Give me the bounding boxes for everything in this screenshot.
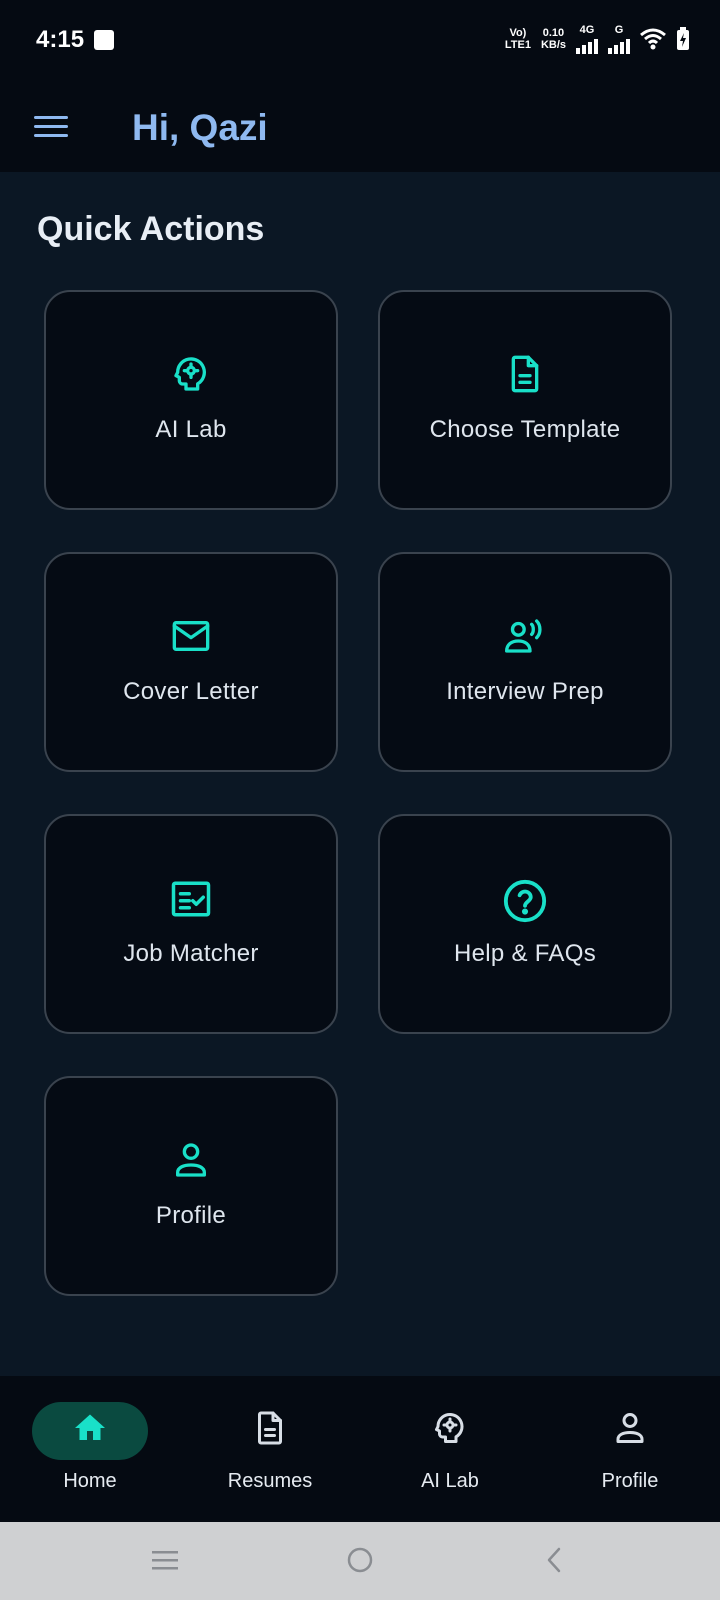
- nav-label: AI Lab: [421, 1470, 479, 1492]
- nav-item-resumes[interactable]: Resumes: [180, 1376, 360, 1522]
- nav-item-ai-lab[interactable]: AI Lab: [360, 1376, 540, 1522]
- document-icon: [258, 1411, 282, 1445]
- action-card-cover-letter[interactable]: Cover Letter: [44, 552, 338, 772]
- signal-g: G: [608, 24, 630, 54]
- app-bar: Hi, Qazi: [0, 84, 720, 172]
- person-icon: [616, 1413, 644, 1443]
- action-card-interview-prep[interactable]: Interview Prep: [378, 552, 672, 772]
- action-label: Profile: [155, 1202, 227, 1229]
- action-card-profile[interactable]: Profile: [44, 1076, 338, 1296]
- person-speaking-icon: [504, 619, 542, 653]
- document-icon: [511, 355, 539, 393]
- greeting-title: Hi, Qazi: [132, 107, 268, 148]
- action-card-choose-template[interactable]: Choose Template: [378, 290, 672, 510]
- recent-apps-icon[interactable]: [150, 1548, 180, 1572]
- nav-item-home[interactable]: Home: [0, 1376, 180, 1522]
- signal-bars-icon: [576, 36, 598, 54]
- bottom-nav: Home Resumes AI Lab Profile: [0, 1376, 720, 1522]
- back-icon[interactable]: [544, 1546, 564, 1574]
- menu-icon[interactable]: [34, 114, 68, 140]
- signal-4g: 4G: [576, 24, 598, 54]
- brain-gear-icon: [435, 1412, 464, 1443]
- nav-label: Profile: [601, 1470, 659, 1492]
- wifi-icon: [640, 28, 666, 50]
- checklist-icon: [171, 881, 211, 917]
- usb-icon: [94, 30, 114, 50]
- network-speed: 0.10 KB/s: [540, 27, 566, 51]
- action-label: Interview Prep: [446, 678, 604, 705]
- action-label: Choose Template: [429, 416, 621, 443]
- status-time: 4:15: [36, 26, 85, 53]
- nav-item-profile[interactable]: Profile: [540, 1376, 720, 1522]
- help-circle-icon: [503, 879, 547, 923]
- volte-indicator: Vo) LTE1: [504, 27, 531, 51]
- battery-icon: [677, 27, 689, 50]
- status-indicators: Vo) LTE1 0.10 KB/s 4G G: [505, 24, 690, 54]
- action-card-ai-lab[interactable]: AI Lab: [44, 290, 338, 510]
- nav-label: Home: [63, 1470, 117, 1492]
- envelope-icon: [172, 621, 210, 651]
- status-bar: 4:15 Vo) LTE1 0.10 KB/s 4G G: [0, 0, 720, 84]
- action-label: AI Lab: [155, 416, 227, 443]
- brain-gear-icon: [174, 357, 206, 391]
- system-nav-bar: [0, 1522, 720, 1600]
- signal-bars-icon: [608, 36, 630, 54]
- action-label: Job Matcher: [123, 940, 259, 967]
- home-icon: [75, 1414, 105, 1440]
- person-icon: [176, 1143, 206, 1177]
- section-title: Quick Actions: [37, 210, 265, 248]
- action-label: Help & FAQs: [453, 940, 596, 967]
- nav-label: Resumes: [227, 1470, 313, 1492]
- home-nav-icon[interactable]: [346, 1546, 374, 1574]
- action-card-job-matcher[interactable]: Job Matcher: [44, 814, 338, 1034]
- action-card-help-faqs[interactable]: Help & FAQs: [378, 814, 672, 1034]
- action-label: Cover Letter: [123, 678, 259, 705]
